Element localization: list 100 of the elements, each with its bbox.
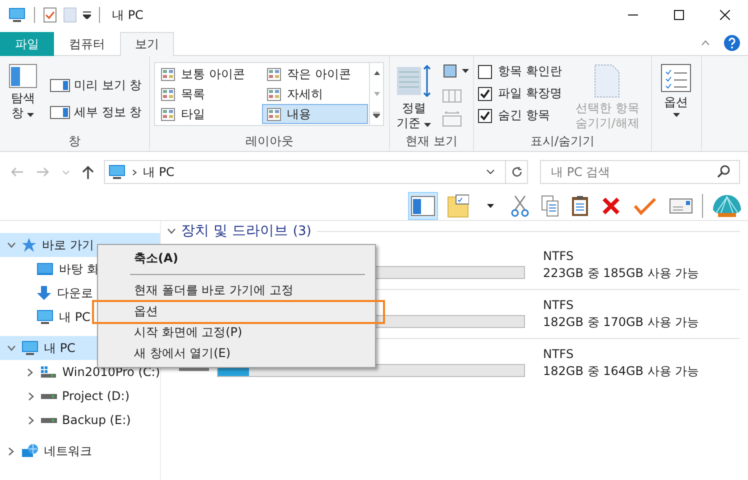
layout-icon xyxy=(267,108,281,120)
sidebar-item[interactable]: Backup (E:) xyxy=(0,408,160,432)
layout-icon xyxy=(161,68,175,80)
navigation-pane-button[interactable]: 탐색 창 xyxy=(4,62,42,133)
pane-icon xyxy=(50,106,70,119)
layout-option[interactable]: 작은 아이콘 xyxy=(262,64,368,84)
copy-icon xyxy=(541,195,559,217)
caret-icon xyxy=(672,113,680,117)
fit-columns-icon xyxy=(442,111,462,127)
button-label: 옵션 xyxy=(664,95,688,110)
sidebar-item[interactable]: 네트워크 xyxy=(0,439,160,463)
back-icon xyxy=(10,166,24,178)
button-label: 선택한 항목 숨기기/해제 xyxy=(574,101,640,131)
chevron-down-icon xyxy=(167,226,176,236)
folder-icon xyxy=(447,194,469,218)
preview-pane-button[interactable] xyxy=(408,192,438,220)
layout-icon xyxy=(161,108,175,120)
checkbox-option[interactable]: 숨긴 항목 xyxy=(478,107,562,124)
checkbox[interactable] xyxy=(478,86,492,100)
drive-icon xyxy=(40,365,58,379)
window-title: 내 PC xyxy=(112,6,144,24)
layout-option[interactable]: 자세히 xyxy=(262,84,368,104)
collapse-ribbon-button[interactable] xyxy=(699,40,712,46)
check-icon xyxy=(633,196,657,216)
frame-icon xyxy=(442,63,458,79)
options-icon xyxy=(661,64,691,92)
file-system: NTFS xyxy=(543,248,575,265)
envelope-icon xyxy=(669,198,693,214)
group-label: 레이아웃 xyxy=(246,133,294,149)
chevron-right-icon xyxy=(132,168,137,176)
ribbon-tab[interactable]: 컴퓨터 xyxy=(54,32,120,56)
sidebar-item[interactable]: Project (D:) xyxy=(0,384,160,408)
layout-icon xyxy=(267,88,281,100)
ribbon-tab[interactable]: 보기 xyxy=(120,32,174,56)
pane-button[interactable]: 미리 보기 창 xyxy=(48,76,144,95)
close-icon xyxy=(601,196,621,216)
computer-icon xyxy=(36,309,54,325)
layout-option[interactable]: 내용 xyxy=(262,104,368,124)
caret-icon xyxy=(486,204,494,208)
chevron-right-icon xyxy=(26,416,36,424)
down-icon xyxy=(374,92,380,96)
sort-button[interactable]: 정렬 기준 xyxy=(394,62,434,133)
group-label: 창 xyxy=(68,133,80,149)
group-label: 현재 보기 xyxy=(406,133,458,149)
customize-icon xyxy=(83,11,91,19)
menu-item[interactable]: 현재 폴더를 바로 가기에 고정 xyxy=(100,280,373,301)
help-button[interactable] xyxy=(722,34,742,50)
up-button[interactable] xyxy=(80,165,96,179)
checkbox[interactable] xyxy=(478,64,492,78)
button-label: 정렬 기준 xyxy=(396,101,432,131)
pane-button[interactable]: 세부 정보 창 xyxy=(48,103,144,122)
drive-icon xyxy=(41,394,57,398)
check-icon xyxy=(480,88,490,98)
button-label: 탐색 창 xyxy=(10,91,36,121)
checkbox-option[interactable]: 파일 확장명 xyxy=(478,85,562,102)
checkbox-option[interactable]: 항목 확인란 xyxy=(478,63,562,80)
group-label: 표시/숨기기 xyxy=(530,133,595,149)
document-icon xyxy=(594,64,620,98)
free-space: 223GB 중 185GB 사용 가능 xyxy=(543,265,700,282)
checkbox[interactable] xyxy=(478,108,492,122)
navigation-pane-icon xyxy=(9,64,37,88)
layout-option[interactable]: 목록 xyxy=(156,84,262,104)
refresh-icon xyxy=(510,166,522,178)
menu-item[interactable]: 옵션 xyxy=(100,301,373,322)
free-space: 182GB 중 170GB 사용 가능 xyxy=(543,314,700,331)
layout-icon xyxy=(161,88,175,100)
file-system: NTFS xyxy=(543,346,575,363)
chevron-down-icon xyxy=(486,169,495,175)
layout-icon xyxy=(267,68,281,80)
layout-option[interactable]: 보통 아이콘 xyxy=(156,64,262,84)
help-icon xyxy=(724,34,740,50)
sort-icon xyxy=(396,64,432,98)
expand-icon xyxy=(373,112,380,118)
file-system: NTFS xyxy=(543,297,575,314)
chevron-up-icon xyxy=(701,40,710,46)
pane-icon xyxy=(50,79,70,92)
forward-icon xyxy=(36,166,50,178)
caret-icon xyxy=(424,123,432,127)
chevron-right-icon xyxy=(6,446,16,456)
caret-icon xyxy=(462,69,469,73)
desktop-icon xyxy=(36,261,54,277)
computer-icon xyxy=(8,7,26,23)
chevron-right-icon xyxy=(26,392,36,400)
caret-icon xyxy=(27,113,34,117)
layout-option[interactable]: 타일 xyxy=(156,104,262,124)
properties-icon xyxy=(43,7,57,23)
maximize-icon xyxy=(674,10,684,20)
drive-icon xyxy=(41,418,57,422)
clipboard-icon xyxy=(571,195,589,217)
computer-icon xyxy=(108,164,126,180)
chevron-right-icon xyxy=(26,368,36,376)
options-button[interactable]: 옵션 xyxy=(656,62,696,149)
up-arrow-icon xyxy=(82,165,94,179)
address-bar[interactable]: 내 PC xyxy=(104,160,528,184)
shell-icon xyxy=(712,193,742,219)
search-field[interactable]: 내 PC 검색 xyxy=(540,160,740,184)
network-icon xyxy=(21,443,39,459)
close-icon xyxy=(720,10,730,20)
section-header[interactable]: 장치 및 드라이브 (3) xyxy=(167,221,312,241)
free-space: 182GB 중 164GB 사용 가능 xyxy=(543,363,700,380)
